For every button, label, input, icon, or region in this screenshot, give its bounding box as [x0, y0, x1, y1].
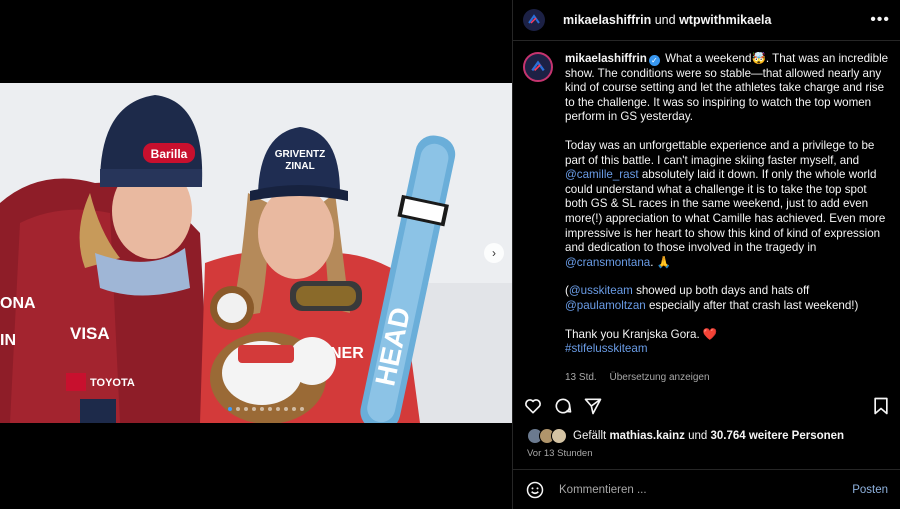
caption-author-link[interactable]: mikaelashiffrin — [565, 52, 647, 65]
caption-meta: 13 Std. Übersetzung anzeigen — [565, 371, 889, 386]
comment-input[interactable] — [557, 482, 853, 497]
carousel-dot[interactable] — [300, 407, 304, 411]
header-joiner: und — [654, 13, 676, 27]
carousel-dot[interactable] — [236, 407, 240, 411]
bookmark-icon[interactable] — [872, 396, 890, 416]
likes-prefix: Gefällt — [573, 430, 607, 442]
svg-text:IN: IN — [0, 332, 16, 349]
logo-icon — [531, 60, 545, 72]
post-header: mikaelashiffrin und wtpwithmikaela ••• — [513, 0, 900, 41]
likes-count-link[interactable]: 30.764 weitere Personen — [710, 430, 844, 442]
post-side-pane: mikaelashiffrin und wtpwithmikaela ••• m… — [512, 0, 900, 509]
action-bar — [523, 394, 890, 418]
caption-segment: showed up both days and hats off — [632, 284, 810, 298]
carousel-dot[interactable] — [244, 407, 248, 411]
post-timestamp: Vor 13 Stunden — [527, 448, 593, 459]
carousel-dot[interactable] — [228, 407, 232, 411]
carousel-dot[interactable] — [292, 407, 296, 411]
liker-user-link[interactable]: mathias.kainz — [609, 430, 684, 442]
caption-paragraph: mikaelashiffrin ✓ What a weekend🤯. That w… — [565, 52, 889, 125]
author-avatar[interactable] — [523, 9, 545, 31]
caption-area: mikaelashiffrin ✓ What a weekend🤯. That w… — [523, 52, 890, 388]
mention-link[interactable]: @paulamoltzan — [565, 299, 646, 312]
emoji-icon[interactable] — [525, 480, 545, 500]
emoji: 🤯 — [751, 52, 766, 65]
hashtag-link[interactable]: #stifelusskiteam — [565, 342, 647, 355]
caption-text: mikaelashiffrin ✓ What a weekend🤯. That w… — [565, 52, 889, 388]
caption-segment: . 🙏 — [650, 255, 672, 269]
svg-text:VISA: VISA — [70, 324, 110, 343]
liker-avatars[interactable] — [527, 428, 567, 444]
carousel-dot[interactable] — [276, 407, 280, 411]
carousel-dot[interactable] — [252, 407, 256, 411]
post-photo[interactable]: Barilla ONA IN VISA TOYOTA GRIVENTZ ZINA… — [0, 83, 512, 423]
caption-segment: Thank you Kranjska Gora. ❤️ — [565, 327, 718, 341]
carousel-dot[interactable] — [260, 407, 264, 411]
svg-text:GRIVENTZ: GRIVENTZ — [275, 149, 326, 160]
comment-bar: Posten — [513, 469, 900, 509]
svg-text:ZINAL: ZINAL — [285, 161, 314, 172]
carousel-indicator — [228, 407, 304, 411]
svg-text:ONA: ONA — [0, 295, 36, 312]
caption-segment: What a weekend — [661, 52, 752, 65]
caption-segment: Today was an unforgettable experience an… — [565, 138, 875, 167]
svg-text:TOYOTA: TOYOTA — [90, 377, 135, 389]
like-icon[interactable] — [523, 396, 543, 416]
carousel-next-button[interactable]: › — [484, 243, 504, 263]
comment-icon[interactable] — [553, 396, 573, 416]
caption-paragraph: Thank you Kranjska Gora. ❤️ #stifelusskit… — [565, 328, 889, 357]
avatar — [551, 428, 567, 444]
caption-paragraph: Today was an unforgettable experience an… — [565, 139, 889, 270]
media-pane: Barilla ONA IN VISA TOYOTA GRIVENTZ ZINA… — [0, 0, 512, 509]
carousel-dot[interactable] — [284, 407, 288, 411]
svg-text:Barilla: Barilla — [151, 147, 188, 161]
post-authors: mikaelashiffrin und wtpwithmikaela — [563, 13, 771, 27]
mention-link[interactable]: @camille_rast — [565, 168, 639, 181]
more-options-icon[interactable]: ••• — [870, 11, 890, 29]
caption-author-avatar[interactable] — [523, 52, 553, 82]
caption-segment: especially after that crash last weekend… — [645, 298, 859, 312]
header-user-link[interactable]: mikaelashiffrin — [563, 13, 651, 27]
mention-link[interactable]: @cransmontana — [565, 256, 650, 269]
header-user-link[interactable]: wtpwithmikaela — [679, 13, 771, 27]
likes-summary: Gefällt mathias.kainz und 30.764 weitere… — [527, 428, 890, 444]
logo-icon — [528, 14, 540, 24]
verified-badge-icon: ✓ — [648, 55, 660, 66]
carousel-dot[interactable] — [268, 407, 272, 411]
post-comment-button[interactable]: Posten — [852, 484, 888, 496]
photo-illustration: Barilla ONA IN VISA TOYOTA GRIVENTZ ZINA… — [0, 83, 512, 423]
post-age: 13 Std. — [565, 371, 597, 383]
likes-joiner: und — [688, 430, 708, 442]
caption-body: mikaelashiffrin ✓ What a weekend🤯. That w… — [565, 52, 889, 357]
instagram-post-viewer: Barilla ONA IN VISA TOYOTA GRIVENTZ ZINA… — [0, 0, 900, 509]
share-icon[interactable] — [583, 396, 603, 416]
caption-paragraph: (@usskiteam showed up both days and hats… — [565, 284, 889, 313]
mention-link[interactable]: @usskiteam — [569, 284, 633, 297]
translate-link[interactable]: Übersetzung anzeigen — [609, 372, 709, 383]
